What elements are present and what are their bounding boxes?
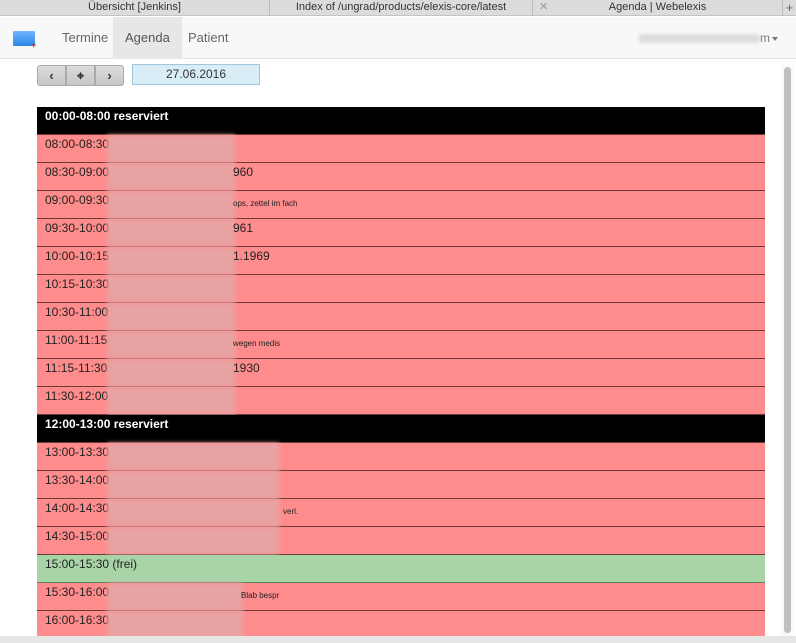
agenda-slot-reserved[interactable]: 12:00-13:00 reserviert <box>37 415 765 443</box>
patient-name-redacted <box>107 583 243 610</box>
slot-time: 11:30-12:00 <box>45 389 109 403</box>
slot-time: 11:00-11:15 <box>45 333 108 347</box>
patient-name-redacted <box>107 331 235 358</box>
slot-time: 12:00-13:00 reserviert <box>45 417 169 431</box>
agenda-slot-booked[interactable]: 14:00-14:30 verl. <box>37 499 765 527</box>
agenda-slot-booked[interactable]: 13:30-14:00 <box>37 471 765 499</box>
tab-title: Übersicht [Jenkins] <box>88 1 181 13</box>
next-day-button[interactable]: › <box>95 65 124 86</box>
agenda-slot-booked[interactable]: 10:30-11:00 <box>37 303 765 331</box>
patient-name-redacted <box>107 527 279 554</box>
agenda-slot-booked[interactable]: 14:30-15:00 <box>37 527 765 555</box>
patient-name-redacted <box>107 499 279 526</box>
user-menu[interactable]: m <box>638 17 778 59</box>
agenda-slot-booked[interactable]: 09:00-09:30 ops, zettel im fach <box>37 191 765 219</box>
patient-name-redacted <box>107 247 235 274</box>
agenda-slot-booked[interactable]: 08:00-08:30 <box>37 135 765 163</box>
agenda-slot-booked[interactable]: 08:30-09:00 960 <box>37 163 765 191</box>
slot-time: 10:00-10:15 <box>45 249 110 263</box>
browser-tab-jenkins[interactable]: Übersicht [Jenkins] <box>0 0 270 16</box>
chevron-down-icon <box>772 36 778 41</box>
patient-name-redacted <box>107 387 235 414</box>
tab-title: Index of /ungrad/products/elexis-core/la… <box>295 1 507 13</box>
slot-time: 15:00-15:30 (frei) <box>45 557 138 571</box>
patient-name-redacted <box>107 471 279 498</box>
slot-time: 11:15-11:30 <box>45 361 108 375</box>
agenda-slot-booked[interactable]: 13:00-13:30 <box>37 443 765 471</box>
patient-name-redacted <box>107 611 243 637</box>
user-email-suffix: m <box>760 31 770 45</box>
patient-name-redacted <box>107 135 235 162</box>
slot-time: 08:30-09:00 <box>45 165 110 179</box>
today-crosshair-button[interactable]: ⌖ <box>66 65 95 86</box>
app-navbar: + Termine Agenda Patient m <box>0 17 796 59</box>
page-scrollbar[interactable] <box>781 64 794 636</box>
slot-time: 14:30-15:00 <box>45 529 110 543</box>
status-bar <box>0 636 796 643</box>
slot-time: 00:00-08:00 reserviert <box>45 109 169 123</box>
agenda-slot-booked[interactable]: 15:30-16:00 Blab bespr <box>37 583 765 611</box>
new-tab-button[interactable]: + <box>783 0 796 15</box>
slot-note: 961 <box>233 221 254 235</box>
slot-time: 10:30-11:00 <box>45 305 109 319</box>
agenda-slot-reserved[interactable]: 00:00-08:00 reserviert <box>37 107 765 135</box>
agenda-slot-booked[interactable]: 16:00-16:30 <box>37 611 765 637</box>
webelexis-logo-icon[interactable]: + <box>13 31 36 50</box>
agenda-slot-booked[interactable]: 10:00-10:15 1.1969 <box>37 247 765 275</box>
agenda-slot-booked[interactable]: 11:30-12:00 <box>37 387 765 415</box>
slot-note: ops, zettel im fach <box>233 199 298 208</box>
slot-time: 16:00-16:30 <box>45 613 110 627</box>
agenda-slot-booked[interactable]: 09:30-10:00 961 <box>37 219 765 247</box>
slot-note: 1.1969 <box>233 249 270 263</box>
nav-patient[interactable]: Patient <box>176 17 240 59</box>
slot-time: 14:00-14:30 <box>45 501 110 515</box>
nav-agenda[interactable]: Agenda <box>113 17 182 59</box>
patient-name-redacted <box>107 359 235 386</box>
slot-time: 15:30-16:00 <box>45 585 110 599</box>
browser-tab-index[interactable]: Index of /ungrad/products/elexis-core/la… <box>270 0 533 16</box>
patient-name-redacted <box>107 219 235 246</box>
browser-tab-strip: Übersicht [Jenkins] Index of /ungrad/pro… <box>0 0 796 16</box>
patient-name-redacted <box>107 303 235 330</box>
agenda-slot-booked[interactable]: 11:15-11:30 1930 <box>37 359 765 387</box>
slot-note: Blab bespr <box>241 591 280 600</box>
slot-note: wegen medis <box>233 339 281 348</box>
slot-time: 13:30-14:00 <box>45 473 110 487</box>
slot-time: 09:00-09:30 <box>45 193 110 207</box>
slot-time: 10:15-10:30 <box>45 277 110 291</box>
agenda-slot-booked[interactable]: 10:15-10:30 <box>37 275 765 303</box>
slot-note: 960 <box>233 165 254 179</box>
agenda-slot-free[interactable]: 15:00-15:30 (frei) <box>37 555 765 583</box>
slot-time: 09:30-10:00 <box>45 221 110 235</box>
browser-tab-agenda[interactable]: ✕ Agenda | Webelexis <box>533 0 783 16</box>
nav-termine[interactable]: Termine <box>50 17 120 59</box>
patient-name-redacted <box>107 191 235 218</box>
scrollbar-thumb[interactable] <box>784 67 791 633</box>
date-picker-field[interactable]: 27.06.2016 <box>132 64 260 85</box>
agenda-list: 00:00-08:00 reserviert 08:00-08:30 08:30-0… <box>37 107 765 637</box>
slot-time: 08:00-08:30 <box>45 137 110 151</box>
user-email-redacted <box>638 34 760 44</box>
slot-time: 13:00-13:30 <box>45 445 110 459</box>
slot-note: verl. <box>283 507 299 516</box>
patient-name-redacted <box>107 443 279 470</box>
close-tab-icon[interactable]: ✕ <box>539 0 548 15</box>
previous-day-button[interactable]: ‹ <box>37 65 66 86</box>
agenda-slot-booked[interactable]: 11:00-11:15 wegen medis <box>37 331 765 359</box>
slot-note: 1930 <box>233 361 260 375</box>
patient-name-redacted <box>107 275 235 302</box>
tab-title: Agenda | Webelexis <box>608 1 707 13</box>
patient-name-redacted <box>107 163 235 190</box>
